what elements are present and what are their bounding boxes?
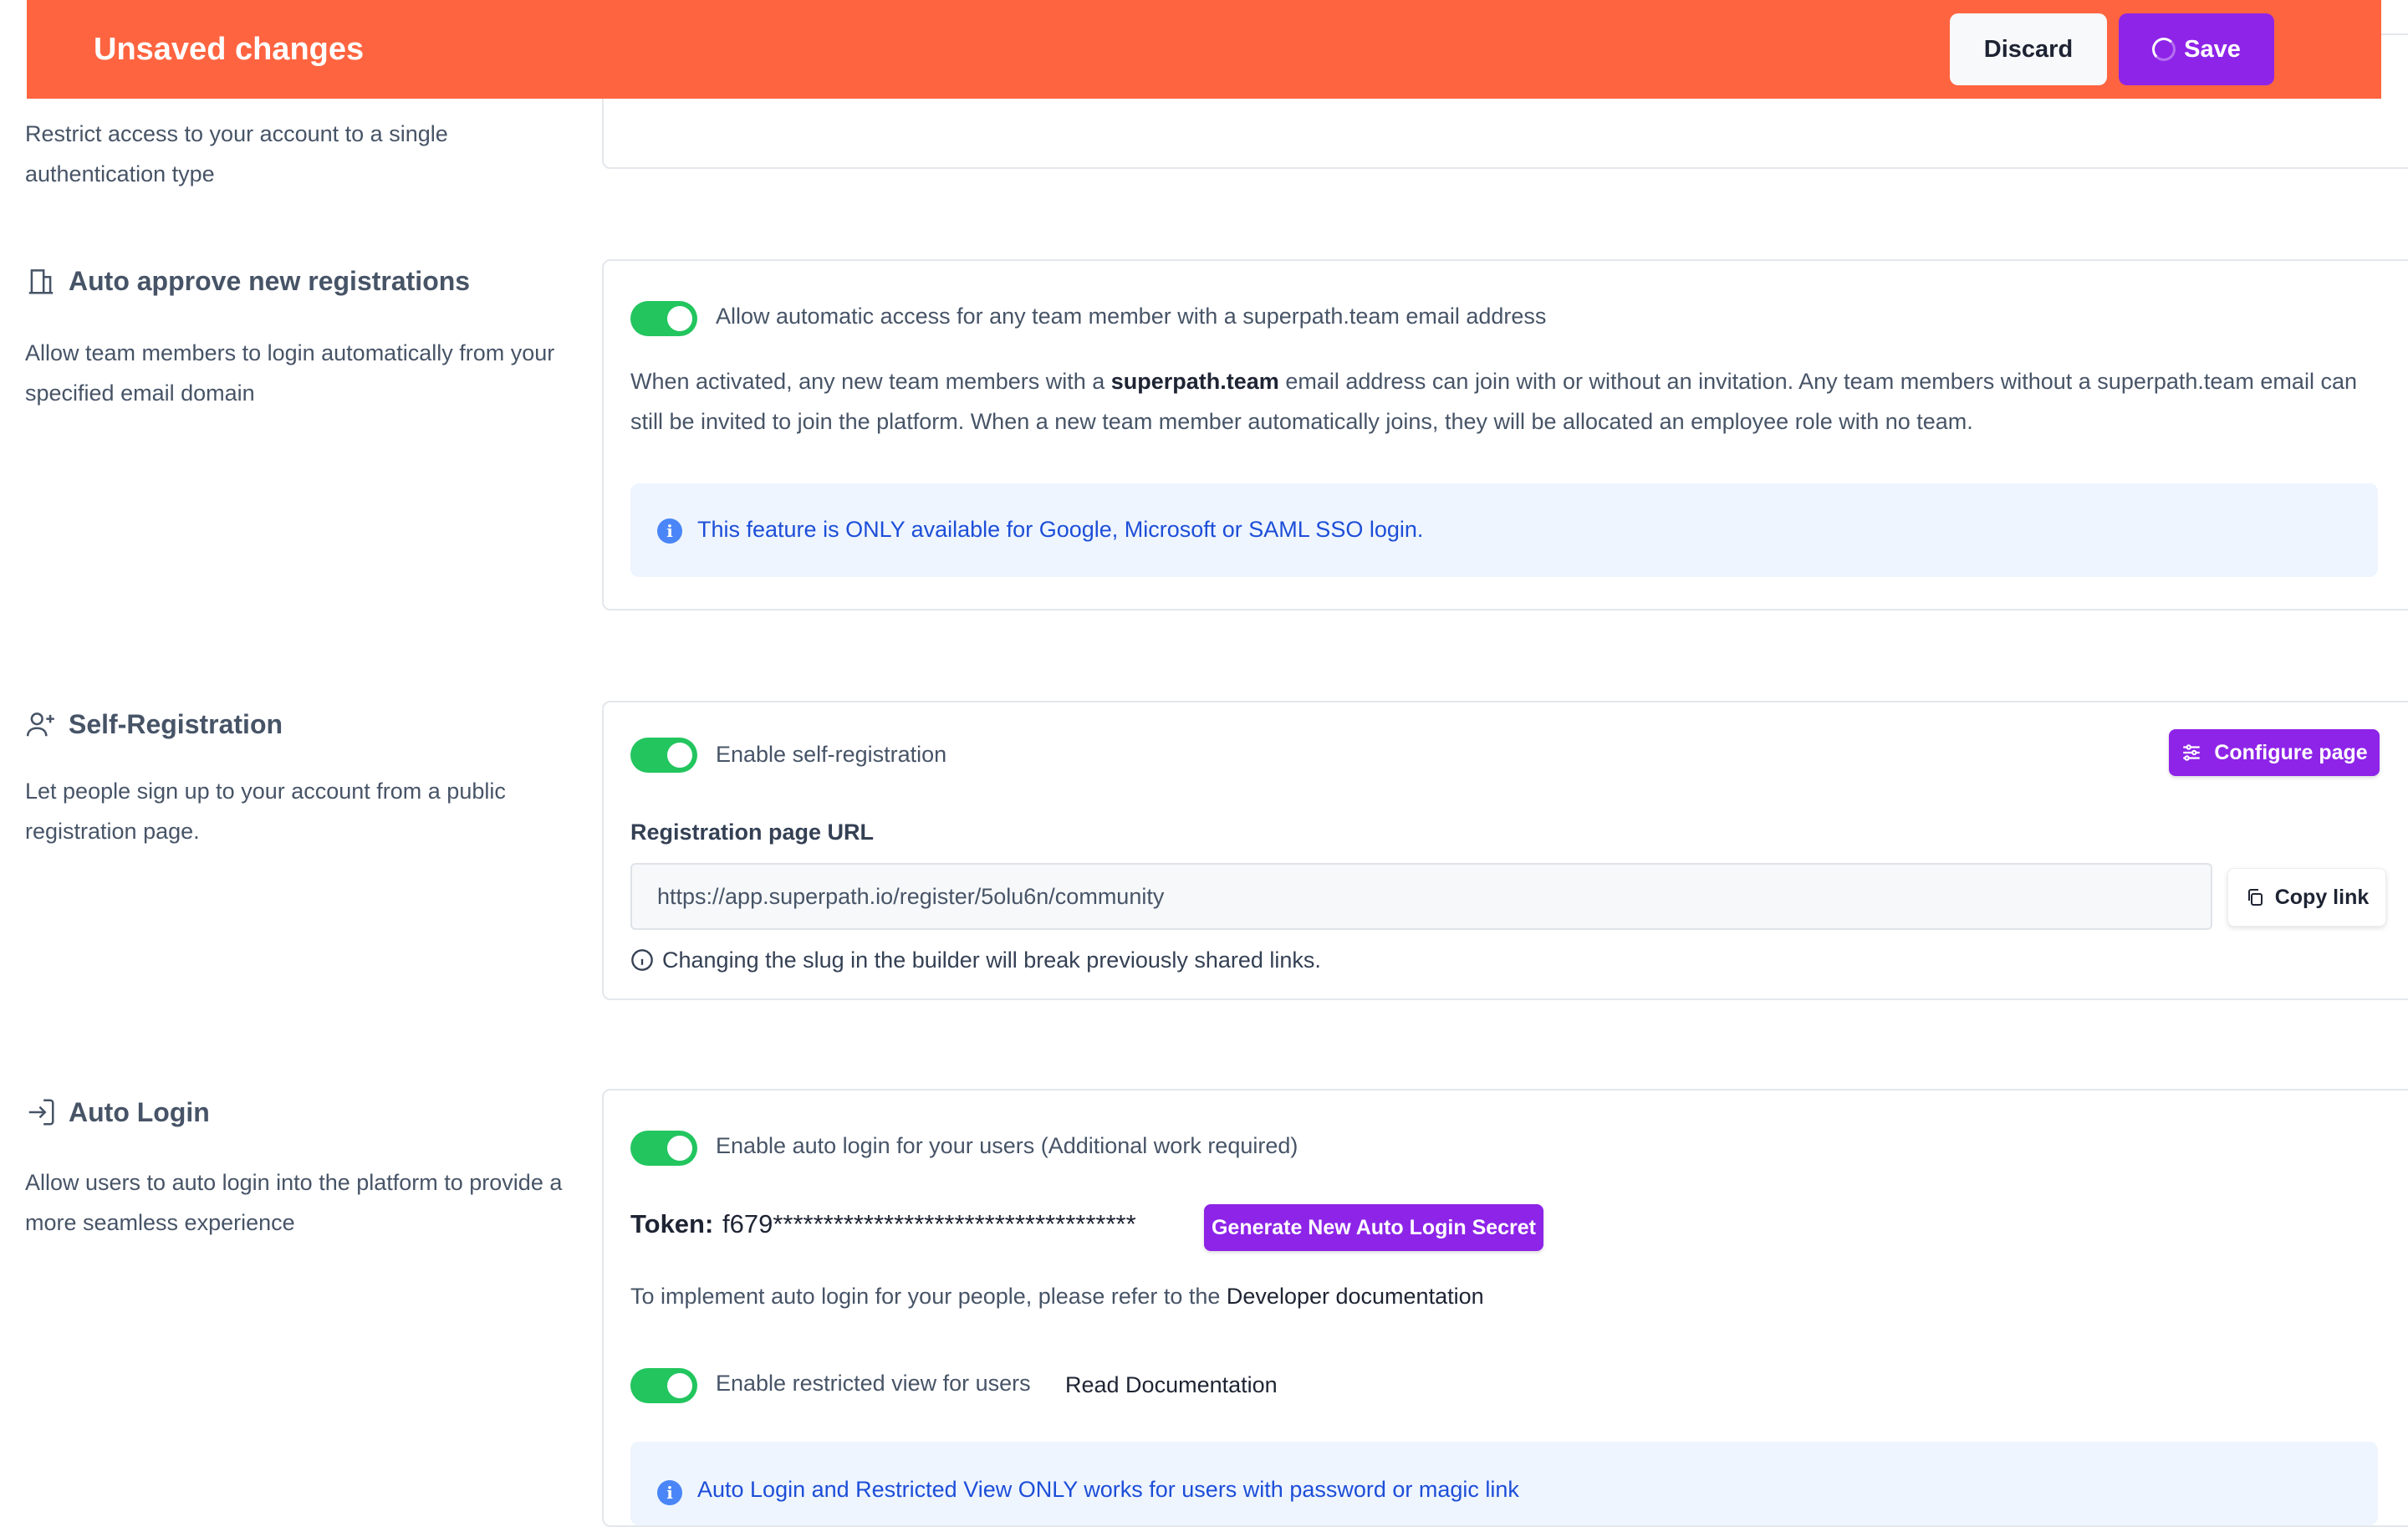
developer-documentation-link[interactable]: Developer documentation bbox=[1227, 1284, 1484, 1309]
body-domain: superpath.team bbox=[1110, 369, 1279, 394]
copy-link-button[interactable]: Copy link bbox=[2227, 868, 2386, 927]
registration-url-label: Registration page URL bbox=[630, 820, 875, 845]
self-registration-title-text: Self-Registration bbox=[69, 708, 283, 739]
auto-approve-toggle[interactable] bbox=[630, 301, 697, 336]
loading-spinner-icon bbox=[2152, 38, 2176, 61]
unsaved-changes-banner: Unsaved changes Discard Save bbox=[27, 0, 2381, 99]
auto-login-title: Auto Login bbox=[25, 1095, 210, 1129]
auto-login-info-box: i Auto Login and Restricted View ONLY wo… bbox=[630, 1442, 2378, 1525]
token-label: Token: bbox=[630, 1209, 714, 1238]
auto-approve-toggle-label: Allow automatic access for any team memb… bbox=[716, 304, 1547, 329]
copy-icon bbox=[2247, 889, 2263, 906]
self-registration-description: Let people sign up to your account from … bbox=[25, 779, 506, 844]
auto-approve-body-line1: When activated, any new team members wit… bbox=[630, 361, 2408, 401]
user-plus-icon bbox=[26, 712, 54, 737]
self-registration-toggle[interactable] bbox=[630, 738, 697, 773]
auto-login-description: Allow users to auto login into the platf… bbox=[25, 1170, 563, 1235]
auto-approve-description: Allow team members to login automaticall… bbox=[25, 340, 555, 406]
info-icon: i bbox=[657, 1480, 682, 1505]
auto-login-toggle-label: Enable auto login for your users (Additi… bbox=[716, 1133, 1298, 1158]
docs-prefix: To implement auto login for your people,… bbox=[630, 1284, 1227, 1309]
auto-approve-title-text: Auto approve new registrations bbox=[69, 265, 471, 296]
configure-page-button[interactable]: Configure page bbox=[2169, 729, 2380, 776]
auto-approve-info-box: i This feature is ONLY available for Goo… bbox=[630, 483, 2378, 577]
auto-approve-body: When activated, any new team members wit… bbox=[630, 361, 2408, 442]
read-documentation-link[interactable]: Read Documentation bbox=[1065, 1365, 1278, 1405]
registration-url-input[interactable] bbox=[630, 863, 2212, 930]
banner-title: Unsaved changes bbox=[94, 32, 365, 67]
auto-login-title-text: Auto Login bbox=[69, 1096, 210, 1127]
copy-link-label: Copy link bbox=[2274, 885, 2370, 909]
self-registration-toggle-label: Enable self-registration bbox=[716, 742, 947, 767]
configure-page-label: Configure page bbox=[2214, 740, 2368, 764]
auth-type-description: Restrict access to your account to a sin… bbox=[25, 121, 448, 186]
restricted-view-label: Enable restricted view for users bbox=[716, 1371, 1031, 1396]
slug-warning-text: Changing the slug in the builder will br… bbox=[662, 947, 1321, 973]
auto-approve-body-line2: still be invited to join the platform. W… bbox=[630, 409, 1973, 434]
building-icon bbox=[28, 269, 54, 294]
generate-secret-button[interactable]: Generate New Auto Login Secret bbox=[1204, 1204, 1543, 1251]
body-line1-rest: email address can join with or without a… bbox=[1278, 369, 2357, 394]
restricted-view-toggle[interactable] bbox=[630, 1368, 697, 1403]
token-value: f679************************************ bbox=[722, 1209, 1136, 1238]
auto-approve-info-text: This feature is ONLY available for Googl… bbox=[697, 517, 1424, 542]
auto-login-info-text: Auto Login and Restricted View ONLY work… bbox=[697, 1477, 1519, 1502]
login-icon bbox=[28, 1099, 54, 1126]
save-button[interactable]: Save bbox=[2119, 13, 2274, 85]
auto-login-card: Enable auto login for your users (Additi… bbox=[602, 1089, 2408, 1527]
auto-approve-title: Auto approve new registrations bbox=[25, 264, 470, 298]
info-icon: i bbox=[657, 518, 682, 544]
sliders-icon bbox=[2183, 744, 2201, 761]
discard-button[interactable]: Discard bbox=[1950, 13, 2107, 85]
auto-login-docs-line: To implement auto login for your people,… bbox=[630, 1276, 1484, 1316]
self-registration-title: Self-Registration bbox=[25, 707, 283, 741]
info-circle-icon bbox=[631, 949, 653, 971]
slug-warning: Changing the slug in the builder will br… bbox=[630, 940, 1321, 980]
save-button-label: Save bbox=[2184, 35, 2241, 63]
body-prefix: When activated, any new team members wit… bbox=[630, 369, 1111, 394]
auto-approve-card: Allow automatic access for any team memb… bbox=[602, 259, 2408, 610]
self-registration-card: Enable self-registration Configure page … bbox=[602, 701, 2408, 1000]
auto-login-toggle[interactable] bbox=[630, 1131, 697, 1166]
